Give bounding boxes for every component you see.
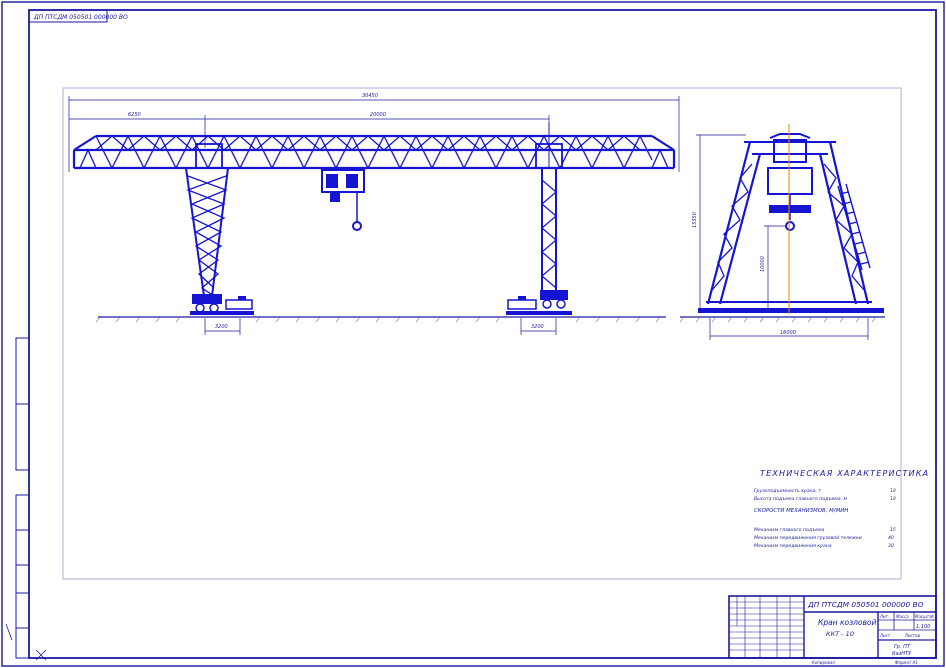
- left-side-stamps: [15, 337, 30, 659]
- origin-marker-icon: [5, 623, 47, 661]
- right-bogie: [506, 290, 572, 315]
- tech-row-label: Механизм главного подъема: [754, 527, 825, 533]
- tech-row-label: Механизм передвижения грузовой тележки: [754, 535, 862, 541]
- stamp-org-line2: КазНТУ: [892, 651, 912, 657]
- inner-frame: [28, 9, 937, 659]
- top-code-text: ДП ПТСДМ 050501 000000 ВО: [33, 14, 128, 21]
- tech-row-value: 15: [890, 527, 896, 533]
- dim-span: 20000: [370, 112, 386, 118]
- drawing-sheet: ДП ПТСДМ 050501 000000 ВО 30450 6250 200…: [1, 1, 945, 667]
- stamp-code: ДП ПТСДМ 050501 000000 ВО: [807, 600, 924, 609]
- dim-side-width: 16000: [780, 330, 796, 336]
- crane-side-view: 15350 10000 16000: [679, 124, 885, 340]
- stamp-name-line1: Кран козловой: [818, 618, 876, 627]
- format-label: Формат А1: [895, 660, 918, 665]
- dim-right-base: 3200: [531, 324, 544, 330]
- tech-row-label: Механизм передвижения крана: [754, 543, 832, 549]
- dim-overall-length: 30450: [362, 93, 378, 99]
- tech-title: ТЕХНИЧЕСКАЯ ХАРАКТЕРИСТИКА: [760, 469, 929, 478]
- stamp-sheet-label: Лист: [879, 633, 891, 638]
- stamp-org-line1: Гр. ПТ: [894, 644, 911, 650]
- trolley: [321, 169, 365, 231]
- title-block: ДП ПТСДМ 050501 000000 ВО Кран козловой …: [728, 595, 937, 659]
- tech-row-value: 10: [890, 496, 896, 502]
- stamp-mass-header: Масса: [896, 614, 909, 619]
- outer-frame: [1, 1, 945, 667]
- stamp-name-line2: ККТ - 10: [826, 630, 854, 638]
- top-code-box: ДП ПТСДМ 050501 000000 ВО: [28, 9, 128, 23]
- dim-side-lift: 10000: [760, 256, 766, 272]
- stamp-sheets-label: Листов: [904, 633, 921, 638]
- tech-row-label: Высота подъема главного подъема, м: [754, 496, 848, 502]
- dim-left-base: 3200: [215, 324, 228, 330]
- front-dimension-lines: [68, 96, 680, 335]
- copied-label: Копировал: [812, 660, 835, 665]
- crane-front-view: 30450 6250 20000 3200 3200: [68, 93, 680, 335]
- tech-characteristics: ТЕХНИЧЕСКАЯ ХАРАКТЕРИСТИКА Грузоподъемно…: [754, 469, 929, 549]
- tech-row-value: 10: [890, 488, 896, 494]
- tech-row-value: 30: [888, 543, 894, 549]
- tech-row-value: 40: [888, 535, 894, 541]
- stamp-lit-header: Лит.: [879, 614, 889, 619]
- tech-row-label: Грузоподъемность крана, т: [754, 488, 821, 494]
- ground-hatch-front: [95, 316, 661, 323]
- dim-side-height: 15350: [692, 212, 698, 228]
- dim-left-cantilever: 6250: [128, 112, 141, 118]
- side-hook-icon: [785, 221, 795, 231]
- stamp-scale-header: Масштаб: [915, 614, 935, 619]
- left-bogie: [190, 294, 254, 315]
- girder-truss: [79, 134, 669, 170]
- hook-icon: [352, 221, 362, 231]
- stamp-scale-value: 1:100: [916, 624, 930, 630]
- tech-row-label: СКОРОСТИ МЕХАНИЗМОВ, М/МИН: [754, 508, 848, 514]
